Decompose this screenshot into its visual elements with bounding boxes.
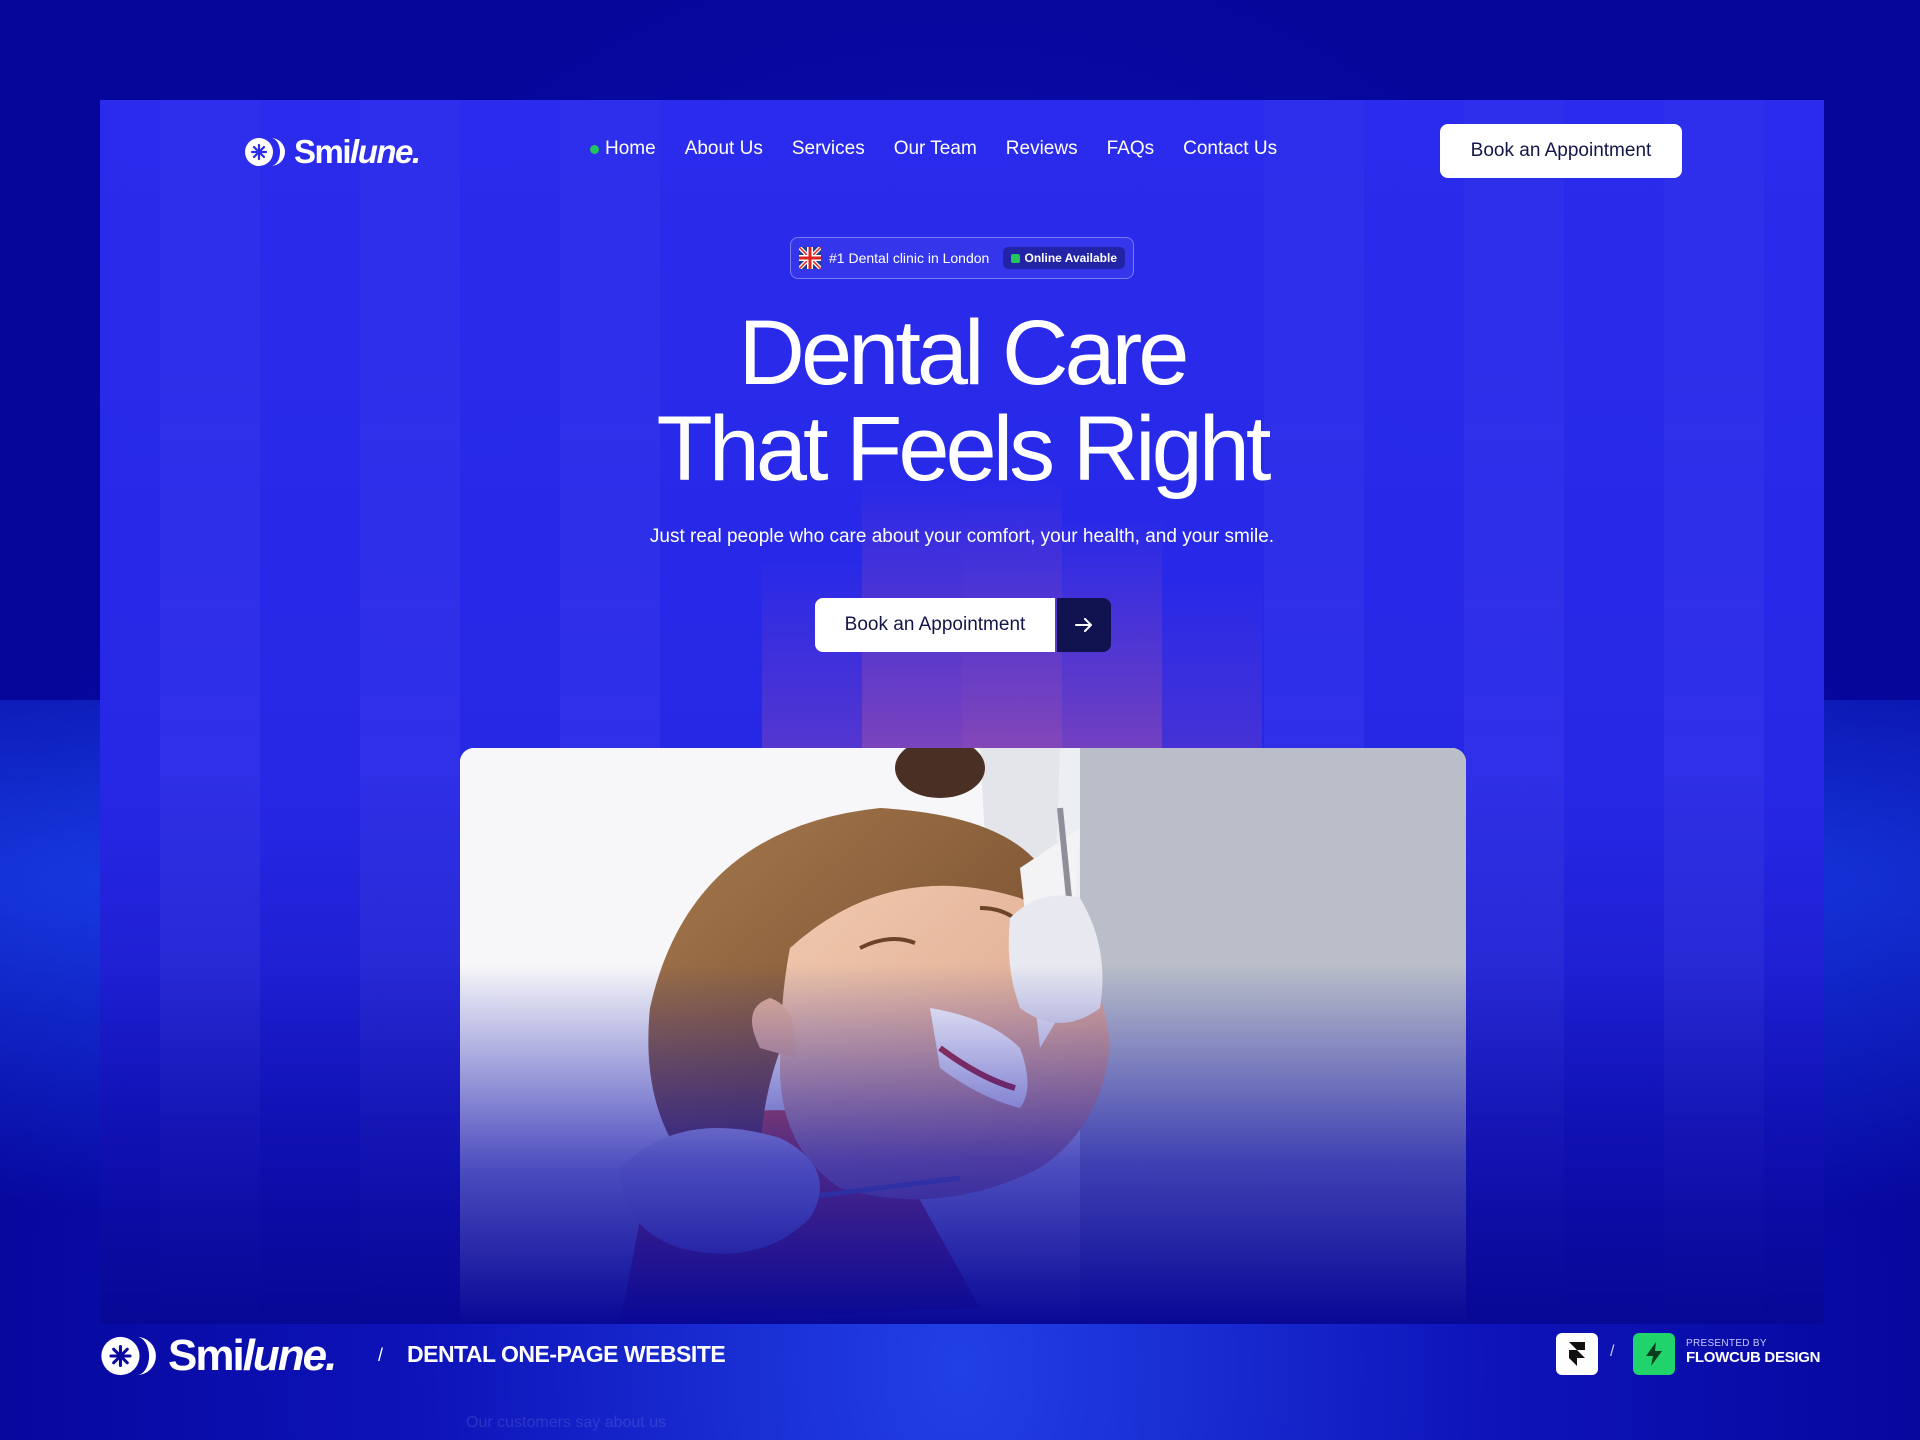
- uk-flag-icon: [799, 247, 821, 269]
- hero-photo-dental-patient: [460, 748, 1466, 1324]
- online-status-chip: Online Available: [1002, 247, 1125, 269]
- bg-stripe: [1664, 100, 1764, 1324]
- footer-separator: /: [378, 1345, 384, 1365]
- presented-by: PRESENTED BY FLOWCUB DESIGN: [1686, 1338, 1820, 1366]
- status-text: Online Available: [1024, 251, 1117, 265]
- framer-icon: [1556, 1333, 1598, 1375]
- hero-title-line-2: That Feels Right: [656, 398, 1272, 500]
- bg-stripe: [360, 100, 460, 1324]
- nav-contact[interactable]: Contact Us: [1183, 138, 1277, 160]
- nav-team[interactable]: Our Team: [894, 138, 977, 160]
- nav-home[interactable]: Home: [590, 138, 656, 160]
- status-dot-icon: [1010, 253, 1020, 263]
- bg-stripe: [160, 100, 260, 1324]
- nav-services[interactable]: Services: [792, 138, 865, 160]
- clinic-badge: #1 Dental clinic in London Online Availa…: [790, 237, 1134, 279]
- presentation-stage: Smilune. Home About Us Services Our Team…: [0, 0, 1920, 1440]
- active-dot-icon: [590, 144, 599, 154]
- hero-cta: Book an Appointment: [815, 598, 1111, 652]
- flowcub-icon: [1633, 1333, 1675, 1375]
- footer-tagline: DENTAL ONE-PAGE WEBSITE: [407, 1341, 726, 1367]
- brand-mark-icon: [101, 1336, 156, 1376]
- studio-name: FLOWCUB DESIGN: [1686, 1349, 1821, 1366]
- website-frame: Smilune. Home About Us Services Our Team…: [100, 100, 1824, 1324]
- arrow-right-icon[interactable]: [1057, 598, 1111, 652]
- brand-logo[interactable]: Smilune.: [244, 133, 421, 171]
- book-appointment-nav-button[interactable]: Book an Appointment: [1440, 124, 1682, 178]
- footer-brand-logo: Smilune.: [100, 1331, 337, 1381]
- nav-about[interactable]: About Us: [685, 138, 763, 160]
- nav-reviews[interactable]: Reviews: [1006, 138, 1078, 160]
- presented-by-label: PRESENTED BY: [1686, 1338, 1767, 1349]
- hero-subtitle: Just real people who care about your com…: [649, 526, 1275, 547]
- footer-brand-wordmark: Smilune.: [168, 1331, 337, 1380]
- top-navigation: Smilune. Home About Us Services Our Team…: [100, 100, 1824, 200]
- nav-faqs[interactable]: FAQs: [1107, 138, 1155, 160]
- hero-title-line-1: Dental Care: [738, 302, 1190, 404]
- hero-title: Dental Care That Feels Right: [100, 305, 1824, 497]
- tool-separator: /: [1610, 1343, 1615, 1360]
- faded-section-heading: Our customers say about us: [466, 1414, 667, 1431]
- book-appointment-hero-button[interactable]: Book an Appointment: [815, 598, 1055, 652]
- brand-mark-icon: [245, 138, 285, 166]
- brand-wordmark: Smilune.: [294, 133, 421, 170]
- badge-text: #1 Dental clinic in London: [829, 250, 990, 266]
- main-menu: Home About Us Services Our Team Reviews …: [590, 138, 1277, 160]
- dental-exam-illustration: [460, 748, 1466, 1324]
- bg-stripe: [1464, 100, 1564, 1324]
